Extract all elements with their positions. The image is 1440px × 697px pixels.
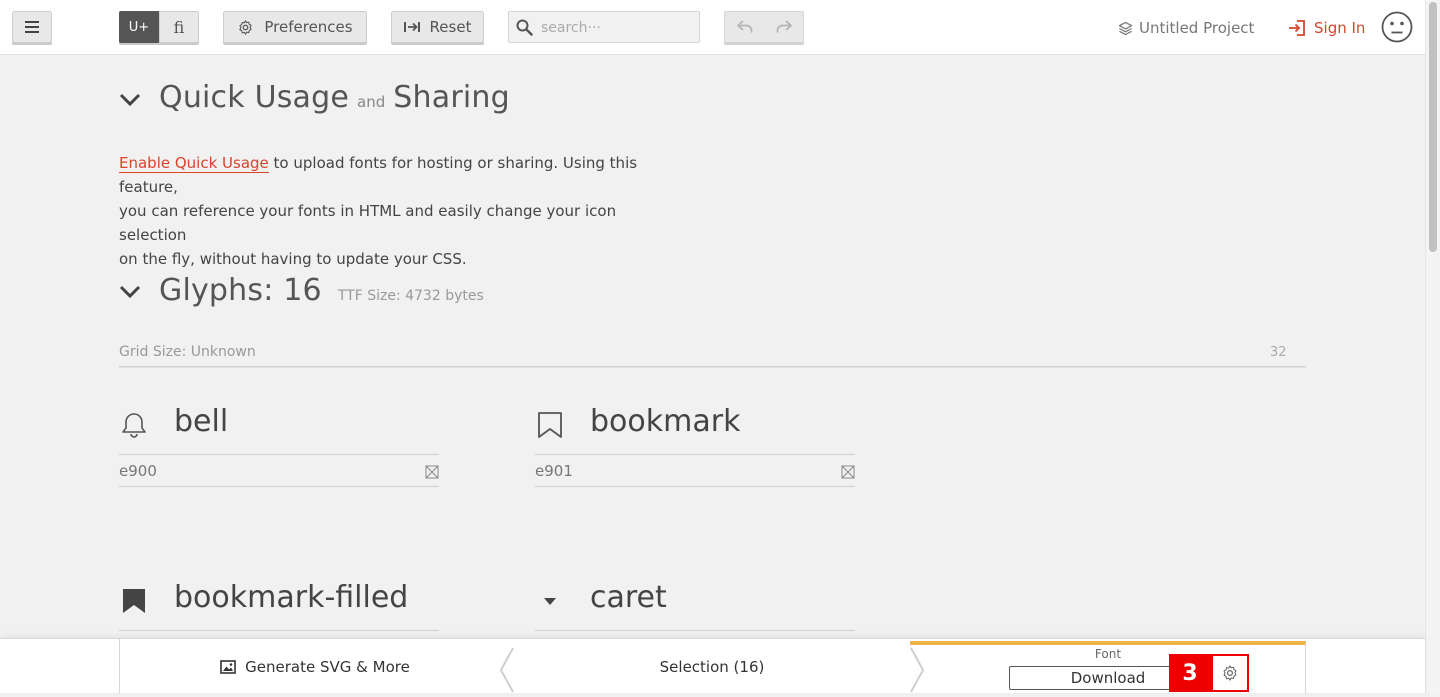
hamburger-icon bbox=[25, 21, 39, 33]
bookmark-filled-icon bbox=[119, 586, 149, 616]
glyph-divider bbox=[535, 454, 855, 455]
glyph-divider bbox=[119, 454, 439, 455]
preferences-label: Preferences bbox=[264, 18, 353, 36]
gear-icon bbox=[237, 19, 254, 36]
glyph-code[interactable]: e901 bbox=[535, 462, 573, 480]
image-icon bbox=[220, 659, 236, 674]
grid-divider bbox=[119, 366, 1306, 368]
redo-button[interactable] bbox=[764, 12, 803, 42]
history-buttons bbox=[724, 11, 804, 43]
selection-label: Selection (16) bbox=[659, 657, 765, 676]
enable-quick-usage-link[interactable]: Enable Quick Usage bbox=[119, 154, 269, 173]
menu-button[interactable] bbox=[12, 11, 52, 43]
search-box bbox=[508, 11, 700, 44]
scrollbar-thumb[interactable] bbox=[1429, 2, 1437, 252]
glyph-divider bbox=[119, 630, 439, 631]
quick-usage-heading: Quick Usage and Sharing bbox=[159, 80, 510, 115]
caret-icon bbox=[535, 586, 565, 616]
reset-label: Reset bbox=[429, 18, 472, 36]
layers-icon bbox=[1118, 21, 1133, 36]
collapse-quick-usage-chevron-icon[interactable] bbox=[119, 92, 141, 112]
sharing-title: Sharing bbox=[393, 80, 510, 115]
glyph-card-bell[interactable]: bell e900 bbox=[119, 404, 439, 500]
codepoint-ligature-toggle: U+ fi bbox=[119, 11, 199, 43]
glyph-name[interactable]: bell bbox=[174, 404, 228, 439]
bookmark-icon bbox=[535, 410, 565, 440]
grid-size-value[interactable]: 32 bbox=[1270, 345, 1287, 360]
sign-in-icon bbox=[1288, 20, 1306, 36]
sign-in-link[interactable]: Sign In bbox=[1288, 17, 1365, 39]
glyphs-heading: Glyphs: 16 TTF Size: 4732 bytes bbox=[159, 273, 484, 308]
selection-tab[interactable]: Selection (16) bbox=[516, 639, 908, 694]
reset-icon bbox=[403, 21, 420, 33]
generate-svg-label: Generate SVG & More bbox=[245, 657, 410, 676]
quick-usage-title-and: and bbox=[357, 93, 386, 111]
glyph-name[interactable]: caret bbox=[590, 580, 667, 615]
bell-icon bbox=[119, 410, 149, 440]
ligature-toggle-button[interactable]: fi bbox=[159, 11, 199, 43]
grid-size-label: Grid Size: Unknown bbox=[119, 344, 256, 360]
glyph-code[interactable]: e900 bbox=[119, 462, 157, 480]
redo-icon bbox=[776, 20, 792, 34]
quick-usage-text-line3: on the fly, without having to update you… bbox=[119, 250, 467, 268]
avatar-button[interactable] bbox=[1381, 11, 1413, 43]
unicode-toggle-button[interactable]: U+ bbox=[119, 11, 159, 43]
step-badge: 3 bbox=[1169, 654, 1211, 692]
ttf-size: TTF Size: 4732 bytes bbox=[337, 288, 484, 304]
font-preferences-button[interactable] bbox=[1211, 654, 1249, 692]
glyph-divider bbox=[535, 630, 855, 631]
project-name-label: Untitled Project bbox=[1139, 19, 1255, 37]
project-name-button[interactable]: Untitled Project bbox=[1118, 17, 1254, 39]
preferences-button[interactable]: Preferences bbox=[223, 11, 367, 43]
remove-glyph-icon[interactable] bbox=[425, 464, 439, 479]
undo-button[interactable] bbox=[725, 12, 764, 42]
remove-glyph-icon[interactable] bbox=[841, 464, 855, 479]
undo-icon bbox=[736, 20, 753, 34]
quick-usage-text-line2: you can reference your fonts in HTML and… bbox=[119, 202, 617, 244]
reset-button[interactable]: Reset bbox=[391, 11, 484, 43]
sign-in-label: Sign In bbox=[1314, 19, 1366, 37]
collapse-glyphs-chevron-icon[interactable] bbox=[119, 284, 141, 304]
search-icon bbox=[516, 19, 533, 40]
quick-usage-title: Quick Usage bbox=[159, 80, 350, 115]
glyph-divider bbox=[535, 486, 855, 487]
download-label: Download bbox=[1070, 669, 1146, 687]
generate-svg-button[interactable]: Generate SVG & More bbox=[119, 639, 510, 694]
glyph-divider bbox=[119, 486, 439, 487]
chevron-left-icon bbox=[498, 647, 516, 697]
search-input[interactable] bbox=[539, 12, 698, 44]
top-toolbar: U+ fi Preferences Reset search··· Untitl… bbox=[0, 0, 1425, 55]
neutral-face-icon bbox=[1381, 11, 1413, 43]
gear-icon bbox=[1221, 664, 1239, 682]
quick-usage-description: Enable Quick Usage to upload fonts for h… bbox=[119, 151, 684, 271]
glyphs-title: Glyphs: 16 bbox=[159, 273, 322, 308]
glyph-card-bookmark[interactable]: bookmark e901 bbox=[535, 404, 855, 500]
glyph-name[interactable]: bookmark bbox=[590, 404, 740, 439]
glyph-name[interactable]: bookmark-filled bbox=[174, 580, 408, 615]
